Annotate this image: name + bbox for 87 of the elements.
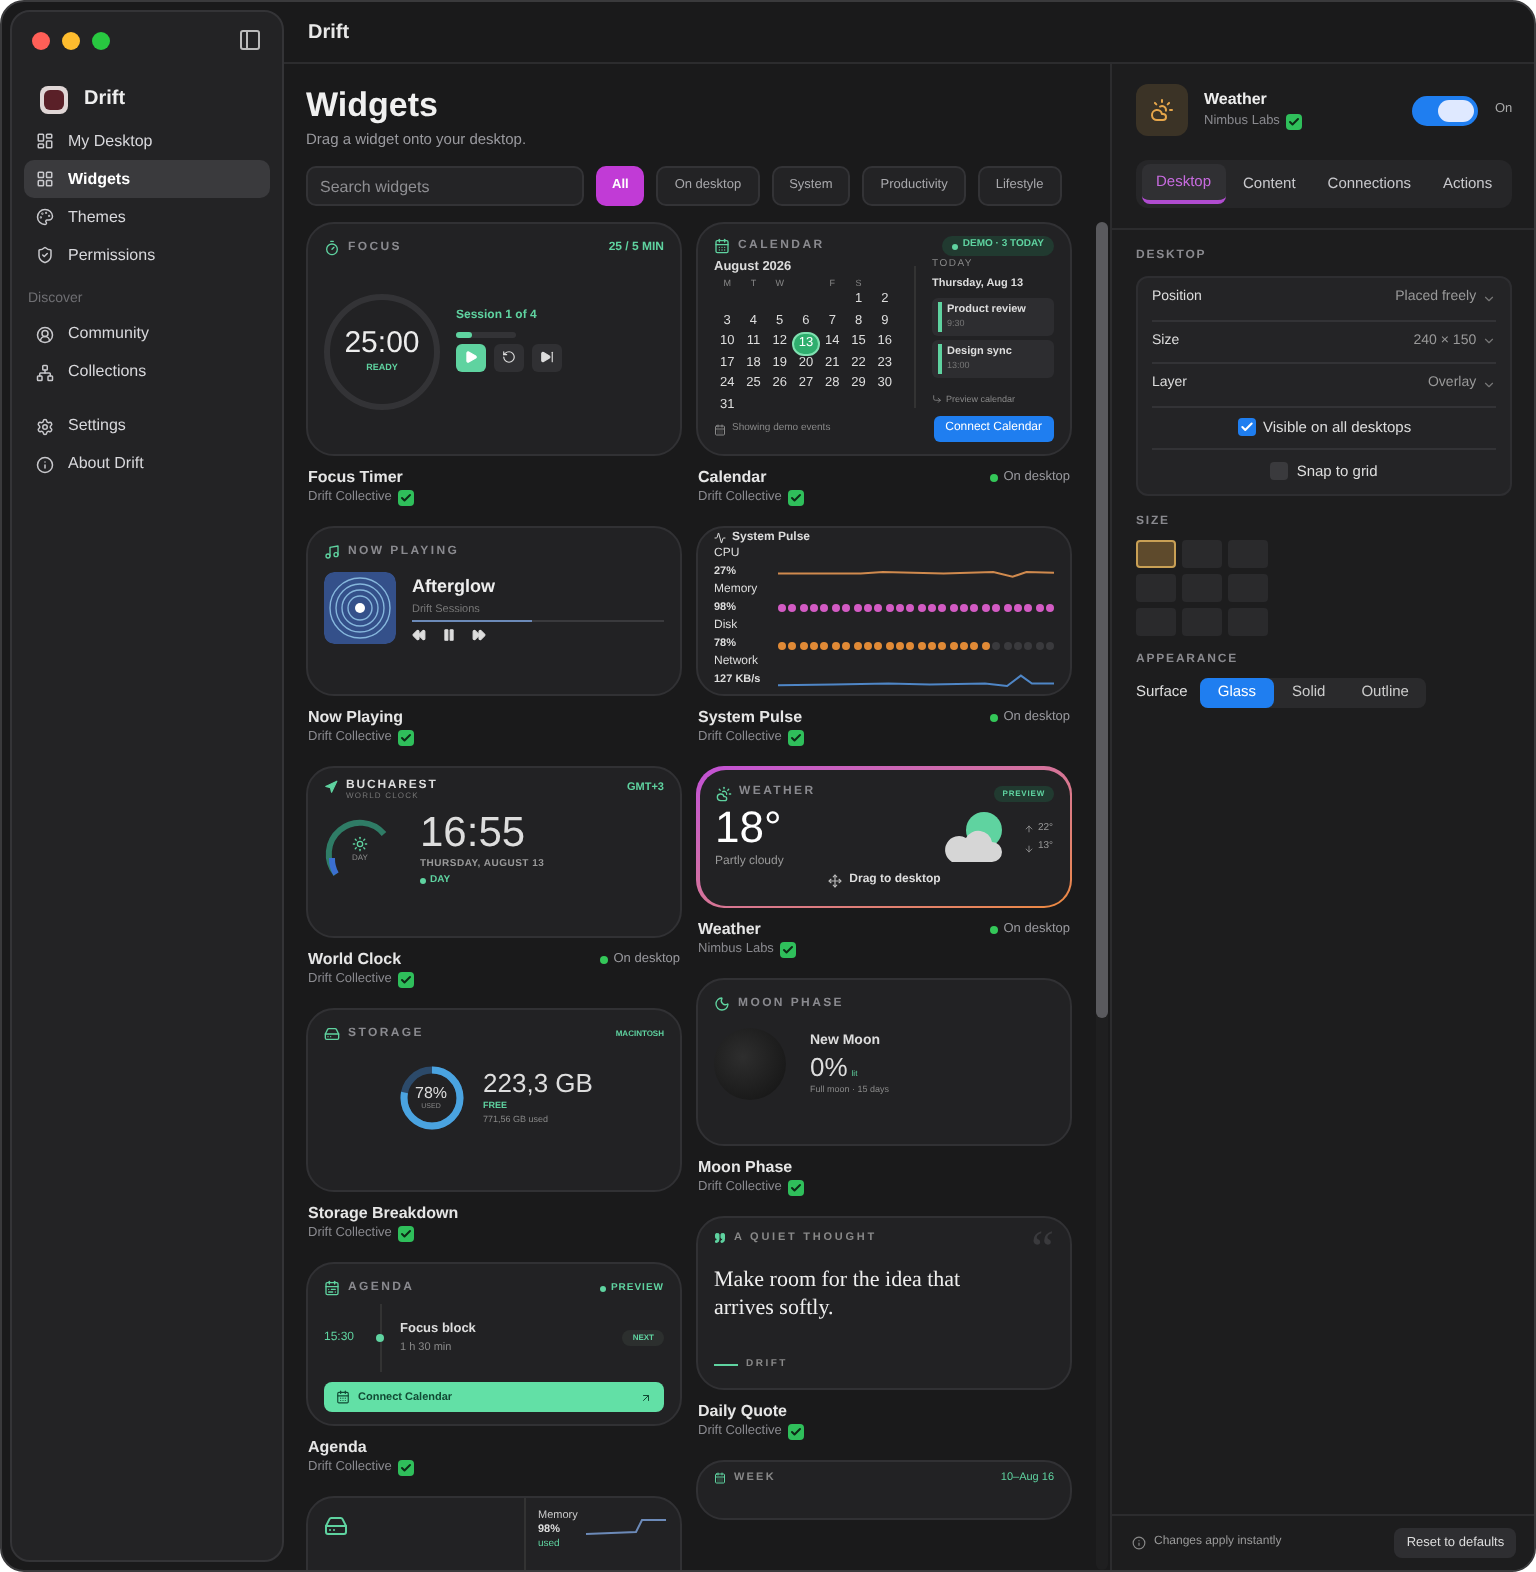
sidebar-item[interactable]: About Drift	[24, 445, 270, 483]
low-icon	[1023, 843, 1034, 853]
track-title: Afterglow	[412, 574, 497, 601]
music-icon	[324, 544, 340, 561]
restart-icon	[502, 350, 516, 365]
chevron-icon	[1482, 334, 1497, 349]
widget-name: Weather	[1204, 88, 1269, 113]
drive-icon	[324, 1026, 340, 1043]
timer-time: 25:00	[344, 327, 420, 358]
zoom-window-button[interactable]	[92, 31, 110, 49]
calendar-icon	[336, 1390, 350, 1405]
calendar-icon	[714, 423, 726, 436]
storage-ring	[399, 1067, 463, 1130]
sidebar-item[interactable]: Themes	[24, 198, 270, 236]
enable-toggle[interactable]	[1412, 95, 1479, 125]
widget-name: Agenda	[308, 1438, 369, 1459]
info-icon	[1132, 1536, 1146, 1550]
skip-icon	[540, 350, 554, 365]
info-icon	[36, 455, 54, 473]
quote-text: Make room for the idea that arrives softly.	[714, 1266, 963, 1323]
window-title: Drift	[308, 19, 350, 47]
storage-percent: 78%	[415, 1085, 448, 1102]
play-icon	[464, 350, 478, 365]
quote-mark: “	[1030, 1230, 1054, 1271]
clock-time: 16:55	[420, 812, 528, 855]
moon-icon	[714, 996, 730, 1013]
shield-icon	[36, 246, 54, 264]
location-icon	[324, 780, 338, 795]
checkbox[interactable]	[1237, 418, 1256, 437]
search-field[interactable]: Search widgets	[306, 166, 584, 207]
rewind-icon[interactable]	[412, 628, 426, 643]
widget-name: Weather	[698, 920, 763, 941]
sidebar-item[interactable]: Collections	[24, 353, 270, 391]
scrollbar-thumb[interactable]	[1096, 222, 1108, 1019]
pause-icon[interactable]	[442, 628, 456, 643]
chevron-icon	[1482, 291, 1497, 306]
sidebar-item[interactable]: Community	[24, 315, 270, 353]
corner-arrow-icon	[932, 394, 942, 405]
album-art-drawing	[324, 572, 396, 645]
sidebar-item[interactable]: Settings	[24, 407, 270, 445]
calendar-icon	[714, 238, 730, 254]
quote-icon	[714, 1232, 726, 1245]
network-icon	[36, 363, 54, 381]
fast-forward-icon[interactable]	[472, 628, 486, 643]
chevron-icon	[1482, 377, 1497, 392]
widget-name: Calendar	[698, 468, 769, 489]
widget-name: Storage Breakdown	[308, 1204, 459, 1225]
widget-name: System Pulse	[698, 708, 804, 729]
timer-icon	[324, 240, 340, 257]
cloud-sun-icon	[715, 785, 731, 802]
move-icon	[827, 873, 842, 888]
sidebar-item[interactable]: Permissions	[24, 236, 270, 274]
app-logo	[40, 85, 68, 113]
temperature: 18°	[715, 805, 784, 850]
calendar-icon	[714, 1472, 726, 1485]
close-window-button[interactable]	[32, 31, 50, 49]
widget-name: World Clock	[308, 950, 404, 971]
sparkline	[585, 1514, 666, 1539]
cloud-sun-drawing	[939, 810, 1008, 867]
sidebar-toggle-icon[interactable]	[238, 28, 262, 52]
minimize-window-button[interactable]	[62, 31, 80, 49]
widget-name: Moon Phase	[698, 1158, 795, 1179]
settings-icon	[36, 417, 54, 435]
widget-name: Focus Timer	[308, 468, 405, 489]
pulse-icon	[714, 532, 726, 545]
drive-icon	[324, 1514, 348, 1539]
app-name: Drift	[84, 86, 126, 114]
skip-button[interactable]	[532, 343, 562, 372]
size-option[interactable]	[1136, 539, 1176, 567]
arrow-icon	[640, 1391, 652, 1404]
free-space: 223,3 GB	[483, 1070, 593, 1096]
restart-button[interactable]	[494, 343, 524, 372]
page-title: Widgets	[306, 86, 440, 126]
sidebar-item[interactable]: Widgets	[24, 160, 270, 198]
high-icon	[1023, 824, 1034, 834]
grid-icon	[36, 170, 54, 188]
calendar-icon	[324, 1280, 340, 1297]
sidebar-item[interactable]: My Desktop	[24, 122, 270, 160]
palette-icon	[36, 208, 54, 226]
user-icon	[36, 325, 54, 343]
widget-name: Daily Quote	[698, 1402, 789, 1423]
play-button[interactable]	[456, 343, 486, 372]
moon-illumination: 0%	[810, 1053, 848, 1080]
sun-icon	[352, 836, 368, 853]
layout-icon	[36, 132, 54, 150]
cloud-sun-icon	[1150, 98, 1174, 122]
widget-name: Now Playing	[308, 708, 406, 729]
